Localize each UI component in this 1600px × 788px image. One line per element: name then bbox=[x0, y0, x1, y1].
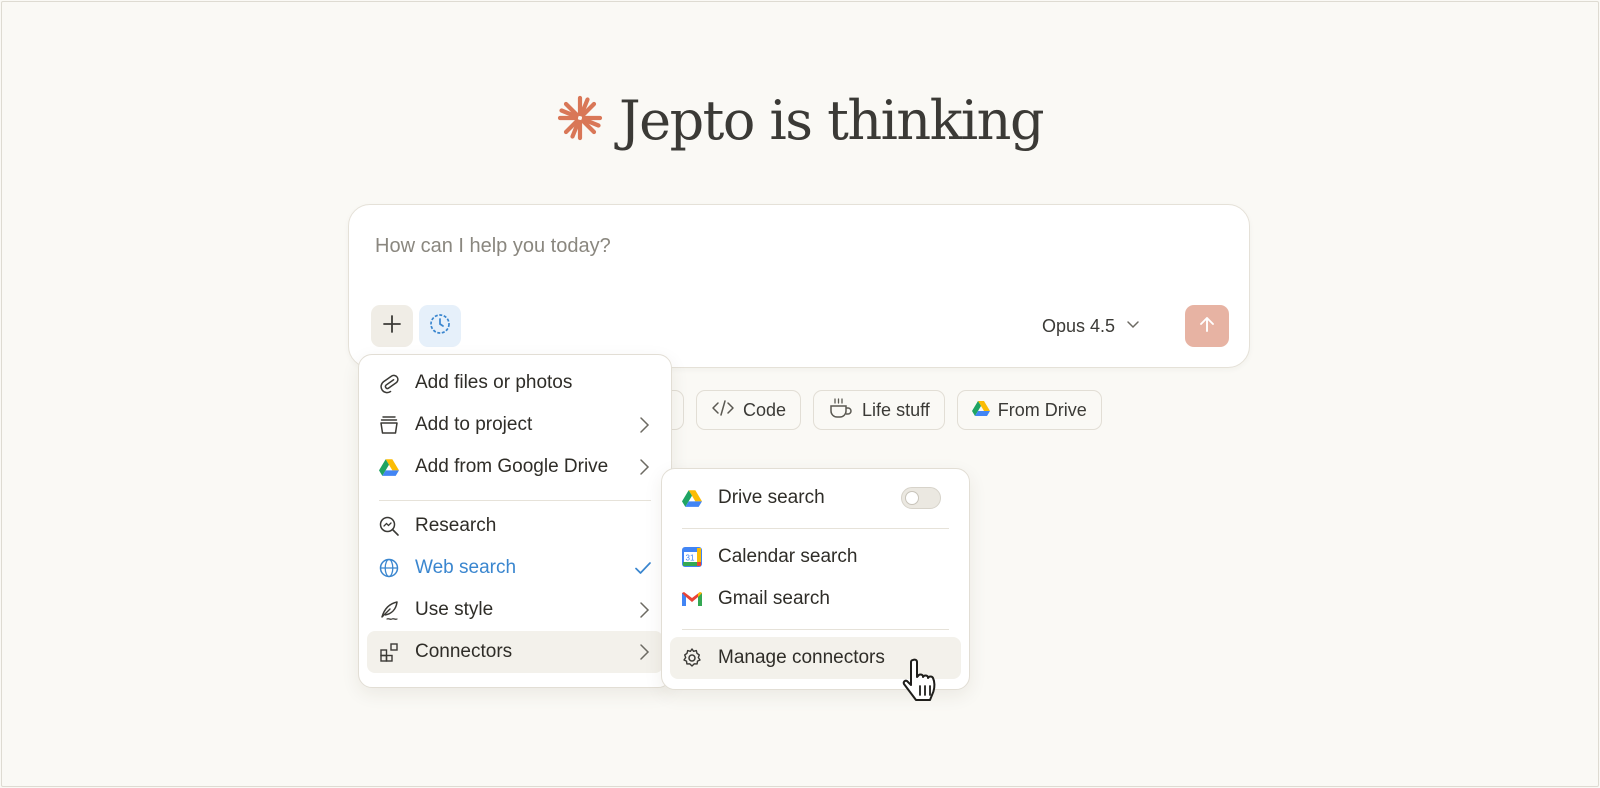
google-drive-icon bbox=[377, 455, 401, 479]
menu-item-add-from-google-drive[interactable]: Add from Google Drive bbox=[367, 446, 663, 488]
menu-item-research[interactable]: Research bbox=[367, 505, 663, 547]
menu-item-label: Connectors bbox=[415, 641, 513, 662]
clock-history-icon bbox=[428, 312, 452, 341]
menu-item-add-to-project[interactable]: Add to project bbox=[367, 404, 663, 446]
drive-search-toggle[interactable] bbox=[901, 487, 941, 509]
chip-life-stuff[interactable]: Life stuff bbox=[813, 390, 945, 430]
attach-menu: Add files or photos Add to project Add f… bbox=[358, 354, 672, 688]
menu-item-label: Manage connectors bbox=[718, 647, 885, 668]
feather-pen-icon bbox=[377, 598, 401, 622]
model-selector[interactable]: Opus 4.5 bbox=[1042, 305, 1141, 347]
chevron-right-icon bbox=[635, 415, 653, 441]
chevron-right-icon bbox=[635, 457, 653, 483]
add-attachment-button[interactable] bbox=[371, 305, 413, 347]
arrow-up-icon bbox=[1197, 314, 1217, 339]
asterisk-burst-icon bbox=[557, 95, 603, 146]
extended-thinking-button[interactable] bbox=[419, 305, 461, 347]
project-stack-icon bbox=[377, 413, 401, 437]
chat-composer: Opus 4.5 bbox=[348, 204, 1250, 368]
menu-item-label: Add to project bbox=[415, 414, 533, 435]
google-drive-icon bbox=[680, 486, 704, 510]
checkmark-icon bbox=[633, 558, 653, 584]
chevron-right-icon bbox=[635, 600, 653, 626]
menu-item-calendar-search[interactable]: 31 Calendar search bbox=[670, 536, 961, 578]
menu-item-label: Use style bbox=[415, 599, 494, 620]
google-drive-icon bbox=[971, 400, 990, 421]
gmail-icon bbox=[680, 587, 704, 611]
coffee-cup-icon bbox=[828, 397, 854, 424]
hand-pointer-cursor-icon bbox=[900, 656, 946, 709]
menu-divider bbox=[682, 528, 949, 529]
chip-from-drive[interactable]: From Drive bbox=[956, 390, 1102, 430]
suggestion-chips: n Code Life stuff From Drive bbox=[640, 390, 1102, 432]
menu-item-label: Add from Google Drive bbox=[415, 456, 609, 477]
hero-header: Jepto is thinking bbox=[0, 84, 1600, 156]
send-button[interactable] bbox=[1185, 305, 1229, 347]
menu-item-label: Gmail search bbox=[718, 588, 830, 609]
menu-divider bbox=[379, 500, 651, 501]
menu-item-use-style[interactable]: Use style bbox=[367, 589, 663, 631]
chip-label: From Drive bbox=[997, 399, 1087, 420]
menu-item-label: Calendar search bbox=[718, 546, 858, 567]
gear-icon bbox=[680, 646, 704, 670]
menu-divider bbox=[682, 629, 949, 630]
toggle-knob bbox=[905, 491, 919, 505]
menu-item-web-search[interactable]: Web search bbox=[367, 547, 663, 589]
menu-item-label: Drive search bbox=[718, 487, 825, 508]
paperclip-icon bbox=[377, 371, 401, 395]
code-icon bbox=[711, 398, 735, 423]
model-label: Opus 4.5 bbox=[1041, 315, 1115, 336]
chip-label: Life stuff bbox=[862, 399, 930, 420]
chip-label: Code bbox=[743, 399, 787, 420]
research-magnifier-icon bbox=[377, 514, 401, 538]
chevron-right-icon bbox=[635, 642, 653, 668]
menu-item-drive-search[interactable]: Drive search bbox=[670, 477, 961, 519]
menu-item-label: Web search bbox=[415, 557, 517, 578]
menu-item-connectors[interactable]: Connectors bbox=[367, 631, 663, 673]
svg-text:31: 31 bbox=[686, 554, 695, 563]
globe-icon bbox=[377, 556, 401, 580]
menu-item-gmail-search[interactable]: Gmail search bbox=[670, 578, 961, 620]
chevron-down-icon bbox=[1125, 316, 1141, 337]
connectors-grid-icon bbox=[377, 640, 401, 664]
page-title: Jepto is thinking bbox=[618, 88, 1045, 152]
menu-item-label: Research bbox=[415, 515, 497, 536]
prompt-input[interactable] bbox=[375, 235, 1215, 258]
plus-icon bbox=[381, 313, 403, 340]
menu-item-add-files[interactable]: Add files or photos bbox=[367, 362, 663, 404]
menu-item-label: Add files or photos bbox=[415, 372, 573, 393]
google-calendar-icon: 31 bbox=[680, 545, 704, 569]
chip-code[interactable]: Code bbox=[696, 390, 802, 430]
